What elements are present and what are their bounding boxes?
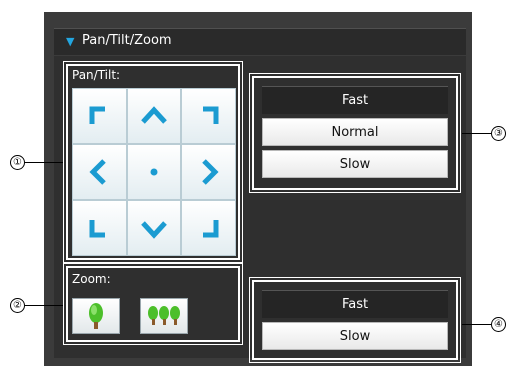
panel-title: Pan/Tilt/Zoom <box>82 33 172 48</box>
pan-tilt-speed-fast[interactable]: Fast <box>262 86 448 114</box>
pan-up-right-button[interactable] <box>181 88 236 144</box>
arrow-down-left-icon <box>89 220 106 238</box>
arrow-up-left-icon <box>89 106 106 124</box>
callout-4: ④ <box>491 317 506 332</box>
pan-down-left-button[interactable] <box>72 200 127 256</box>
zoom-speed-selector: Fast Slow <box>249 277 461 363</box>
callout-2-leader <box>25 305 63 306</box>
arrow-right-icon <box>201 159 219 185</box>
arrow-left-icon <box>89 159 107 185</box>
zoom-in-button[interactable] <box>72 298 120 334</box>
pan-tilt-speed-slow[interactable]: Slow <box>262 150 448 178</box>
pan-right-button[interactable] <box>181 144 236 200</box>
arrow-down-right-icon <box>202 220 219 238</box>
pan-tilt-section: Pan/Tilt: <box>63 61 243 263</box>
arrow-up-icon <box>141 106 167 124</box>
pan-down-right-button[interactable] <box>181 200 236 256</box>
three-trees-icon <box>148 306 180 325</box>
callout-3-leader <box>462 133 491 134</box>
collapse-triangle-icon[interactable]: ▼ <box>66 35 74 48</box>
center-dot-icon <box>150 168 158 176</box>
callout-4-leader <box>462 324 491 325</box>
pan-left-button[interactable] <box>72 144 127 200</box>
home-button[interactable] <box>126 144 182 200</box>
pan-tilt-label: Pan/Tilt: <box>72 68 121 82</box>
pan-tilt-speed-selector: Fast Normal Slow <box>249 73 461 193</box>
callout-3: ③ <box>491 126 506 141</box>
zoom-speed-fast[interactable]: Fast <box>262 290 448 318</box>
zoom-speed-slow[interactable]: Slow <box>262 322 448 350</box>
pan-up-left-button[interactable] <box>72 88 127 144</box>
single-tree-icon <box>89 303 103 329</box>
pan-tilt-speed-normal[interactable]: Normal <box>262 118 448 146</box>
panel-header[interactable]: ▼ Pan/Tilt/Zoom <box>54 28 466 55</box>
callout-1: ① <box>10 155 25 170</box>
callout-1-leader <box>25 162 63 163</box>
tilt-up-button[interactable] <box>126 88 182 144</box>
tilt-down-button[interactable] <box>126 200 182 256</box>
zoom-label: Zoom: <box>72 272 111 286</box>
zoom-out-button[interactable] <box>140 298 188 334</box>
callout-2: ② <box>10 298 25 313</box>
pan-tilt-pad <box>72 88 236 256</box>
arrow-up-right-icon <box>202 106 219 124</box>
zoom-section: Zoom: <box>63 263 243 345</box>
arrow-down-icon <box>141 221 167 239</box>
